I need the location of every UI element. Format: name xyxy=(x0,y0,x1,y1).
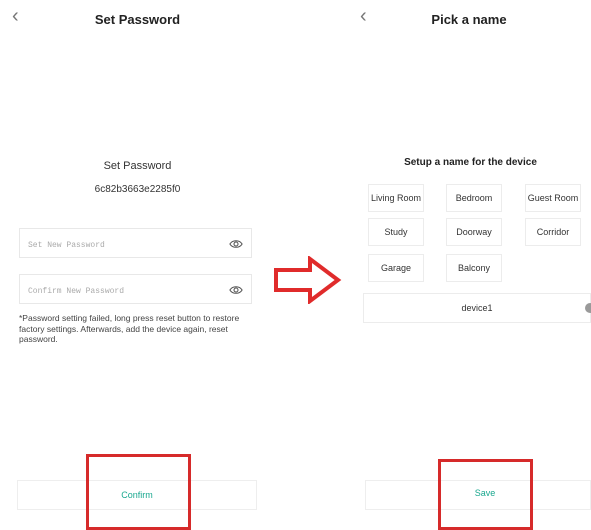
pick-name-screen: ‹ Pick a name Setup a name for the devic… xyxy=(350,0,591,530)
room-option[interactable]: Guest Room xyxy=(525,184,581,212)
password-failed-note: *Password setting failed, long press res… xyxy=(19,313,240,344)
page-heading: Set Password xyxy=(103,160,172,172)
nav-title: Pick a name xyxy=(431,12,507,27)
room-option[interactable]: Corridor xyxy=(525,218,581,246)
save-highlight-box xyxy=(438,459,533,530)
device-id: 6c82b3663e2285f0 xyxy=(94,184,181,195)
room-option[interactable]: Balcony xyxy=(446,254,502,282)
new-password-field[interactable] xyxy=(19,228,252,258)
set-password-screen: ‹ Set Password Set Password 6c82b3663e22… xyxy=(0,0,275,530)
room-option[interactable]: Doorway xyxy=(446,218,502,246)
room-option[interactable]: Bedroom xyxy=(446,184,502,212)
name-heading: Setup a name for the device xyxy=(404,157,537,168)
room-option[interactable]: Living Room xyxy=(368,184,424,212)
device-name-field[interactable]: device1 xyxy=(363,293,591,323)
flow-arrow-icon xyxy=(274,256,342,304)
new-password-input[interactable] xyxy=(26,235,210,255)
room-option[interactable]: Garage xyxy=(368,254,424,282)
clear-icon[interactable] xyxy=(585,303,591,313)
nav-title: Set Password xyxy=(94,12,181,27)
room-option[interactable]: Study xyxy=(368,218,424,246)
confirm-password-input[interactable] xyxy=(26,281,210,301)
confirm-highlight-box xyxy=(86,454,191,530)
eye-icon[interactable] xyxy=(229,237,243,251)
eye-icon[interactable] xyxy=(229,283,243,297)
confirm-password-field[interactable] xyxy=(19,274,252,304)
